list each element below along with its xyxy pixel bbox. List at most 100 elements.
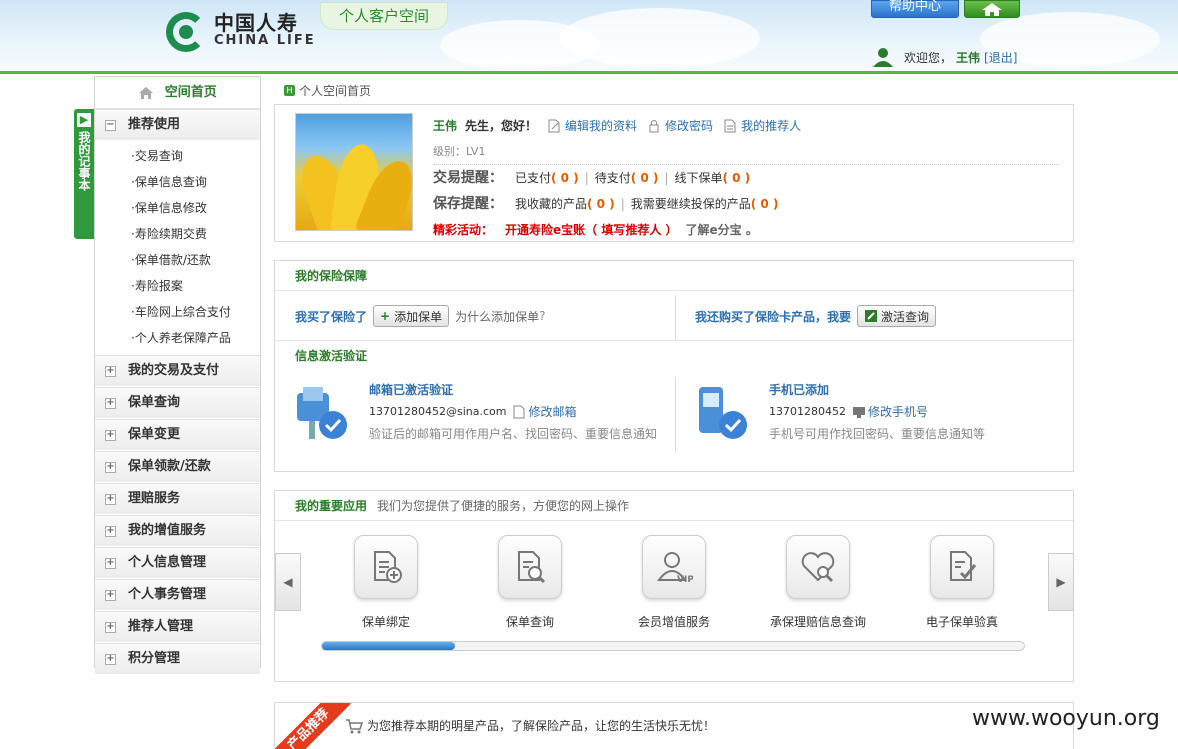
sidebar-item-report-claim[interactable]: ·寿险报案 <box>95 273 260 299</box>
notebook-label: 我的记事本 <box>77 131 91 191</box>
expand-icon: + <box>105 428 116 441</box>
promo-link[interactable]: 了解e分宝 。 <box>686 217 758 243</box>
pending-count[interactable]: ( 0 ) <box>631 165 659 191</box>
sidebar-group-label: 保单领款/还款 <box>128 459 211 474</box>
sidebar-home[interactable]: 空间首页 <box>95 77 260 109</box>
profile-name: 王伟 <box>433 119 458 133</box>
paid-count[interactable]: ( 0 ) <box>551 165 579 191</box>
app-policy-verify[interactable]: 电子保单验真 <box>907 535 1017 630</box>
sidebar-item-renewal-payment[interactable]: ·寿险续期交费 <box>95 221 260 247</box>
promo-label: 精彩活动： <box>433 223 494 237</box>
sidebar-group-policy-payout[interactable]: + 保单领款/还款 <box>95 451 260 483</box>
renew-label: 我需要继续投保的产品 <box>630 197 751 211</box>
email-note: 验证后的邮箱可用作用户名、找回密码、重要信息通知 <box>369 427 658 441</box>
offline-count[interactable]: ( 0 ) <box>723 165 751 191</box>
logout-link[interactable]: [退出] <box>984 49 1017 66</box>
china-life-logo[interactable]: 中国人寿 CHINA LIFE <box>166 12 316 52</box>
home-button[interactable] <box>964 0 1020 18</box>
sidebar-group-referrer[interactable]: + 推荐人管理 <box>95 611 260 643</box>
sidebar-group-policy-query[interactable]: + 保单查询 <box>95 387 260 419</box>
sidebar-item-car-insurance-pay[interactable]: ·车险网上综合支付 <box>95 299 260 325</box>
phone-note: 手机号可用作找回密码、重要信息通知等 <box>769 427 986 441</box>
home-icon <box>139 87 154 99</box>
claim-search-icon <box>801 552 835 583</box>
logo-cn-text: 中国人寿 <box>214 11 298 35</box>
policy-verify-icon <box>950 551 977 581</box>
scroll-left-button[interactable]: ◀ <box>275 553 301 611</box>
offline-label: 线下保单 <box>674 171 723 185</box>
document-icon <box>724 119 736 133</box>
add-policy-button[interactable]: + 添加保单 <box>373 305 450 327</box>
renew-count[interactable]: ( 0 ) <box>751 191 779 217</box>
edit-profile-link[interactable]: 编辑我的资料 <box>565 113 637 139</box>
card-product-label: 我还购买了保险卡产品，我要 <box>695 309 852 324</box>
policy-search-icon <box>518 551 546 584</box>
question-icon[interactable]: ? <box>539 309 545 323</box>
app-label: 会员增值服务 <box>637 615 710 629</box>
help-center-button[interactable]: 帮助中心 <box>871 0 959 18</box>
sidebar-group-policy-change[interactable]: + 保单变更 <box>95 419 260 451</box>
collapse-icon: − <box>105 118 116 131</box>
sidebar-group-label: 我的交易及支付 <box>128 363 220 378</box>
scroll-right-button[interactable]: ▶ <box>1048 553 1074 611</box>
sidebar-item-trade-query[interactable]: ·交易查询 <box>95 143 260 169</box>
edit-icon <box>548 119 560 133</box>
sidebar-group-label: 推荐使用 <box>128 117 181 132</box>
monitor-icon <box>852 407 865 418</box>
sidebar-group-value-added[interactable]: + 我的增值服务 <box>95 515 260 547</box>
my-referrer-link[interactable]: 我的推荐人 <box>741 113 801 139</box>
phone-value: 13701280452 <box>769 405 846 418</box>
phone-status: 手机已添加 <box>769 383 830 397</box>
edit-email-link[interactable]: 修改邮箱 <box>528 401 576 423</box>
apps-scrollbar[interactable] <box>321 641 1025 651</box>
expand-icon: + <box>105 652 116 665</box>
lock-icon <box>649 120 659 133</box>
app-policy-bind[interactable]: 保单绑定 <box>331 535 441 630</box>
sidebar-group-claims[interactable]: + 理赔服务 <box>95 483 260 515</box>
cloud-decoration <box>560 8 760 68</box>
sidebar-group-points[interactable]: + 积分管理 <box>95 643 260 675</box>
app-policy-search[interactable]: 保单查询 <box>475 535 585 630</box>
sidebar-item-policy-loan[interactable]: ·保单借款/还款 <box>95 247 260 273</box>
why-add-policy-link[interactable]: 为什么添加保单 <box>455 308 539 325</box>
user-icon <box>873 48 893 67</box>
change-password-link[interactable]: 修改密码 <box>665 113 713 139</box>
expand-icon: + <box>105 364 116 377</box>
apps-scrollbar-thumb[interactable] <box>322 642 456 650</box>
sidebar-home-label: 空间首页 <box>164 85 217 100</box>
sidebar-group-trade-pay[interactable]: + 我的交易及支付 <box>95 355 260 387</box>
pending-label: 待支付 <box>594 171 631 185</box>
profile-level: 级别：LV1 <box>433 139 1059 165</box>
favorites-count[interactable]: ( 0 ) <box>587 191 615 217</box>
expand-icon: + <box>105 460 116 473</box>
watermark: www.wooyun.org <box>972 706 1160 731</box>
space-title-tag: 个人客户空间 <box>320 2 449 30</box>
notebook-tab[interactable]: ▶ 我的记事本 <box>74 109 94 239</box>
email-status: 邮箱已激活验证 <box>369 383 454 397</box>
edit-icon <box>865 310 878 322</box>
promo-text[interactable]: 开通寿险e宝账（ 填写推荐人 ） <box>505 217 678 243</box>
app-vip-member[interactable]: VIP 会员增值服务 <box>619 535 729 630</box>
edit-phone-link[interactable]: 修改手机号 <box>868 401 928 423</box>
sidebar-item-policy-info-query[interactable]: ·保单信息查询 <box>95 169 260 195</box>
apps-panel: 我的重要应用 我们为您提供了便捷的服务，方便您的网上操作 ◀ 保单绑定 保单查询… <box>274 490 1074 682</box>
sidebar-group-personal-info[interactable]: + 个人信息管理 <box>95 547 260 579</box>
apps-title: 我的重要应用 <box>295 498 368 513</box>
app-claim-search[interactable]: 承保理赔信息查询 <box>763 535 873 630</box>
sidebar-group-personal-affairs[interactable]: + 个人事务管理 <box>95 579 260 611</box>
favorites-label: 我收藏的产品 <box>515 197 588 211</box>
welcome-text: 欢迎您， <box>904 50 953 65</box>
app-label: 保单查询 <box>505 615 554 629</box>
activate-query-label: 激活查询 <box>881 309 930 324</box>
app-label: 保单绑定 <box>361 615 410 629</box>
sidebar-group-label: 推荐人管理 <box>128 619 194 634</box>
mobile-phone-icon <box>693 383 751 448</box>
sidebar-group-recommended[interactable]: − 推荐使用 <box>95 109 260 141</box>
expand-icon: + <box>105 588 116 601</box>
logo-en-text: CHINA LIFE <box>214 33 316 48</box>
chevron-right-icon: ▶ <box>1056 575 1066 589</box>
activate-query-button[interactable]: 激活查询 <box>857 305 937 327</box>
user-name[interactable]: 王伟 <box>956 49 980 66</box>
sidebar-item-policy-info-edit[interactable]: ·保单信息修改 <box>95 195 260 221</box>
sidebar-item-pension-products[interactable]: ·个人养老保障产品 <box>95 325 260 351</box>
